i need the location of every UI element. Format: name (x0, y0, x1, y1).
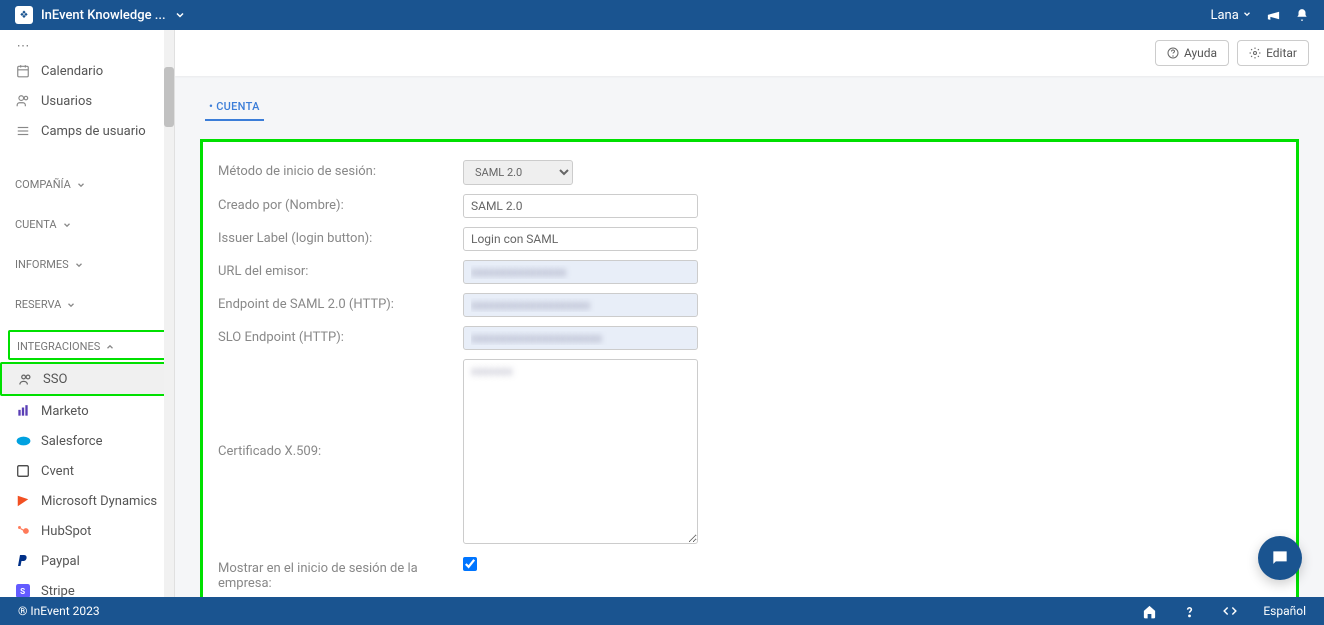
mostrar-login-label: Mostrar en el inicio de sesión de la emp… (218, 557, 463, 591)
sidebar-label: Cvent (41, 464, 74, 479)
sidebar-item-salesforce[interactable]: Salesforce (0, 426, 174, 456)
sidebar-section-compania[interactable]: COMPAÑÍA (0, 168, 174, 198)
url-emisor-input[interactable] (463, 260, 698, 284)
sidebar-section-reserva[interactable]: RESERVA (0, 288, 174, 318)
marketo-icon (15, 403, 31, 419)
issuer-label: Issuer Label (login button): (218, 227, 463, 246)
sidebar: ⋯ Calendario Usuarios Camps de usuario C… (0, 30, 175, 597)
app-title: InEvent Knowledge ... (41, 8, 166, 23)
top-bar: ❖ InEvent Knowledge ... Lana (0, 0, 1324, 30)
app-logo: ❖ (15, 6, 33, 24)
help-icon[interactable] (1182, 604, 1197, 619)
cvent-icon (15, 463, 31, 479)
chat-widget-button[interactable] (1258, 536, 1302, 580)
dynamics-icon (15, 493, 31, 509)
language-selector[interactable]: Español (1263, 604, 1306, 618)
sidebar-label: Camps de usuario (41, 124, 146, 139)
edit-button[interactable]: Editar (1237, 40, 1309, 66)
sidebar-label: SSO (43, 372, 67, 387)
sidebar-label: Paypal (41, 554, 80, 569)
sidebar-item-cvent[interactable]: Cvent (0, 456, 174, 486)
url-emisor-label: URL del emisor: (218, 260, 463, 279)
list-icon (15, 123, 31, 139)
tab-header: CUENTA (200, 94, 1299, 121)
sidebar-label: Salesforce (41, 434, 102, 449)
bell-icon[interactable] (1295, 8, 1309, 22)
sidebar-label: Calendario (41, 64, 103, 79)
slo-input[interactable] (463, 326, 698, 350)
users-icon (15, 93, 31, 109)
metodo-label: Método de inicio de sesión: (218, 160, 463, 179)
sidebar-item-dynamics[interactable]: Microsoft Dynamics (0, 486, 174, 516)
hubspot-icon (15, 523, 31, 539)
sidebar-section-informes[interactable]: INFORMES (0, 248, 174, 278)
creado-input[interactable] (463, 194, 698, 218)
sidebar-item-marketo[interactable]: Marketo (0, 396, 174, 426)
sidebar-label: Marketo (41, 404, 89, 419)
help-button[interactable]: Ayuda (1155, 40, 1229, 66)
paypal-icon (15, 553, 31, 569)
slo-label: SLO Endpoint (HTTP): (218, 326, 463, 345)
sidebar-section-integraciones[interactable]: INTEGRACIONES (8, 330, 166, 360)
sidebar-item-camps[interactable]: Camps de usuario (0, 116, 174, 146)
sidebar-item-usuarios[interactable]: Usuarios (0, 86, 174, 116)
sidebar-item-calendario[interactable]: Calendario (0, 56, 174, 86)
home-icon[interactable] (1142, 604, 1157, 619)
sso-config-form: Método de inicio de sesión: SAML 2.0 Cre… (200, 139, 1299, 597)
stripe-icon: S (15, 583, 31, 597)
sidebar-label: HubSpot (41, 524, 91, 539)
sso-icon (17, 371, 33, 387)
creado-label: Creado por (Nombre): (218, 194, 463, 213)
sidebar-label: Stripe (41, 584, 75, 598)
code-icon[interactable] (1222, 604, 1238, 618)
sidebar-item-sso[interactable]: SSO (0, 362, 174, 396)
mostrar-login-checkbox[interactable] (463, 557, 477, 571)
endpoint-input[interactable] (463, 293, 698, 317)
endpoint-label: Endpoint de SAML 2.0 (HTTP): (218, 293, 463, 312)
footer: ® InEvent 2023 Español (0, 597, 1324, 625)
cert-textarea[interactable]: xxxxxxx (463, 359, 698, 544)
user-menu[interactable]: Lana (1210, 8, 1252, 23)
sidebar-item-stripe[interactable]: S Stripe (0, 576, 174, 597)
svg-text:S: S (20, 586, 25, 596)
main-content: Ayuda Editar CUENTA Método de inicio de … (175, 30, 1324, 597)
cert-label: Certificado X.509: (218, 359, 463, 459)
sidebar-item-hubspot[interactable]: HubSpot (0, 516, 174, 546)
calendar-icon (15, 63, 31, 79)
announcement-icon[interactable] (1266, 8, 1281, 23)
metodo-select[interactable]: SAML 2.0 (463, 160, 573, 185)
sidebar-section-cuenta[interactable]: CUENTA (0, 208, 174, 238)
salesforce-icon (15, 433, 31, 449)
sidebar-item-paypal[interactable]: Paypal (0, 546, 174, 576)
dotted-icon: ⋯ (15, 38, 31, 54)
sidebar-label: Microsoft Dynamics (41, 494, 157, 509)
scrollbar-thumb[interactable] (164, 67, 174, 127)
footer-copyright: ® InEvent 2023 (18, 604, 100, 618)
issuer-input[interactable] (463, 227, 698, 251)
tab-cuenta[interactable]: CUENTA (205, 94, 264, 121)
sidebar-label: Usuarios (41, 94, 92, 109)
app-title-chevron-icon[interactable] (174, 9, 186, 21)
page-header: Ayuda Editar (175, 30, 1324, 76)
sidebar-item-blank[interactable]: ⋯ (0, 36, 174, 56)
